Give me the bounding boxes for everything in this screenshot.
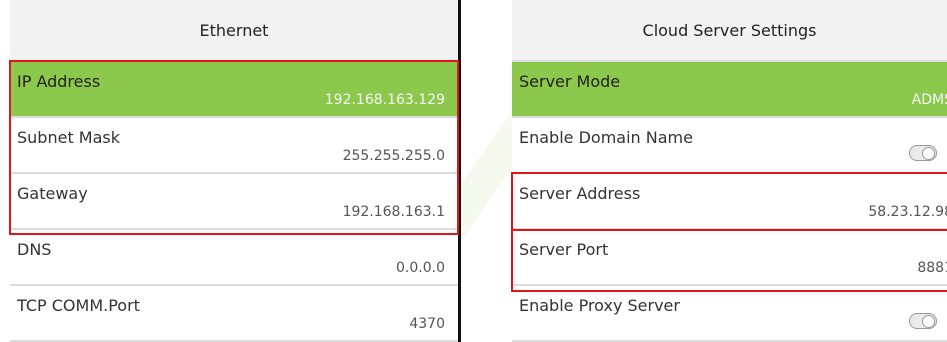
item-label: IP Address — [17, 72, 101, 91]
cloud-item-server-address[interactable]: Server Address 58.23.12.98 — [512, 174, 947, 230]
item-label: Server Address — [519, 184, 641, 203]
ethernet-item-subnet-mask[interactable]: Subnet Mask 255.255.255.0 — [10, 118, 458, 174]
item-value: 0.0.0.0 — [396, 260, 445, 276]
item-label: Subnet Mask — [17, 128, 121, 147]
domain-name-toggle[interactable] — [909, 145, 937, 161]
item-value: 255.255.255.0 — [342, 148, 445, 164]
ethernet-item-gateway[interactable]: Gateway 192.168.163.1 — [10, 174, 458, 230]
item-label: Gateway — [17, 184, 88, 203]
cloud-item-enable-proxy-server[interactable]: Enable Proxy Server — [512, 286, 947, 342]
cloud-item-server-mode[interactable]: Server Mode ADMS — [512, 62, 947, 118]
cloud-server-title: Cloud Server Settings — [512, 0, 947, 62]
item-label: Server Port — [519, 240, 609, 259]
item-value: 8881 — [917, 260, 947, 276]
proxy-server-toggle[interactable] — [909, 313, 937, 329]
cloud-server-panel: Cloud Server Settings Server Mode ADMS E… — [512, 0, 947, 342]
cloud-item-enable-domain-name[interactable]: Enable Domain Name — [512, 118, 947, 174]
ethernet-title: Ethernet — [10, 0, 458, 62]
item-value: 58.23.12.98 — [868, 204, 947, 220]
toggle-knob-icon — [922, 147, 935, 160]
item-label: Enable Domain Name — [519, 128, 693, 147]
item-value: ADMS — [911, 92, 947, 108]
cloud-item-server-port[interactable]: Server Port 8881 — [512, 230, 947, 286]
item-value: 4370 — [409, 316, 445, 332]
item-label: Enable Proxy Server — [519, 296, 680, 315]
item-label: DNS — [17, 240, 52, 259]
ethernet-panel: Ethernet IP Address 192.168.163.129 Subn… — [10, 0, 461, 342]
item-label: TCP COMM.Port — [17, 296, 140, 315]
item-value: 192.168.163.1 — [342, 204, 445, 220]
ethernet-item-dns[interactable]: DNS 0.0.0.0 — [10, 230, 458, 286]
ethernet-item-tcp-comm-port[interactable]: TCP COMM.Port 4370 — [10, 286, 458, 342]
item-value: 192.168.163.129 — [324, 92, 445, 108]
ethernet-item-ip-address[interactable]: IP Address 192.168.163.129 — [10, 62, 458, 118]
toggle-knob-icon — [922, 315, 935, 328]
item-label: Server Mode — [519, 72, 621, 91]
